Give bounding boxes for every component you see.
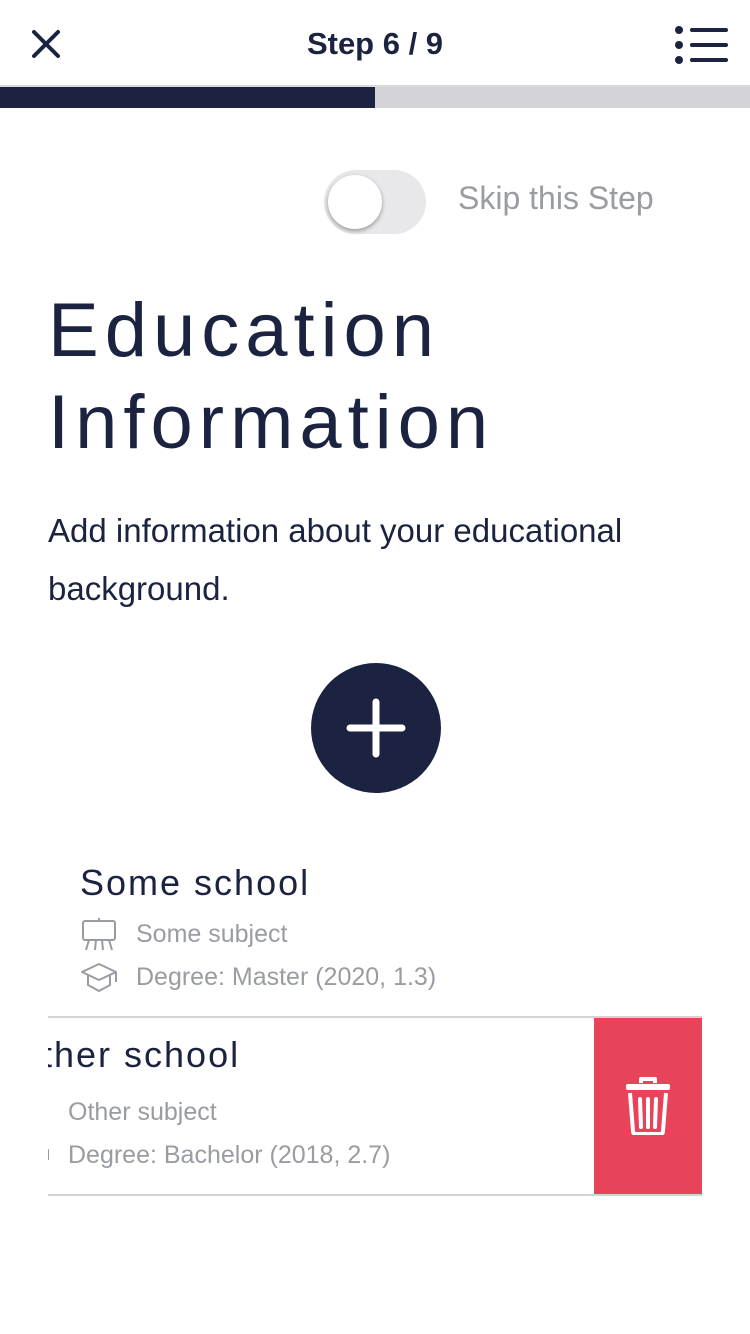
progress-bar-fill <box>0 87 375 108</box>
page-description: Add information about your educational b… <box>48 512 623 607</box>
plus-icon <box>346 698 406 758</box>
degree-row: Degree: Master (2020, 1.3) <box>80 959 436 995</box>
add-education-button[interactable] <box>311 663 441 793</box>
school-name: Some school <box>80 862 311 903</box>
top-bar: Step 6 / 9 <box>0 0 750 87</box>
toggle-knob <box>328 175 382 229</box>
subject-row: Some subject <box>80 916 287 952</box>
page-title: Education Information <box>48 285 494 469</box>
education-entry[interactable]: Some school Some subject Degree: Master … <box>48 846 702 1018</box>
degree-text: Degree: Master (2020, 1.3) <box>136 962 437 991</box>
graduation-cap-icon <box>48 1148 49 1160</box>
list-menu-icon <box>675 26 728 64</box>
skip-step-toggle[interactable] <box>324 170 426 234</box>
school-name: Other school <box>48 1034 241 1075</box>
subject-row: Other subject <box>48 1094 217 1130</box>
trash-icon <box>626 1077 670 1135</box>
graduation-cap-icon <box>81 963 117 992</box>
page-title-line-1: Education <box>48 288 441 373</box>
page-title-line-2: Information <box>48 380 495 465</box>
degree-row: Degree: Bachelor (2018, 2.7) <box>48 1137 390 1173</box>
steps-menu-button[interactable] <box>674 24 728 66</box>
progress-bar <box>0 87 750 108</box>
easel-icon <box>82 918 116 951</box>
subject-text: Some subject <box>136 919 288 948</box>
degree-text: Degree: Bachelor (2018, 2.7) <box>68 1140 391 1169</box>
delete-entry-button[interactable] <box>594 1018 702 1194</box>
skip-step-label[interactable]: Skip this Step <box>458 180 654 217</box>
step-indicator: Step 6 / 9 <box>306 26 444 61</box>
easel-icon <box>48 1095 50 1129</box>
subject-text: Other subject <box>68 1097 217 1126</box>
